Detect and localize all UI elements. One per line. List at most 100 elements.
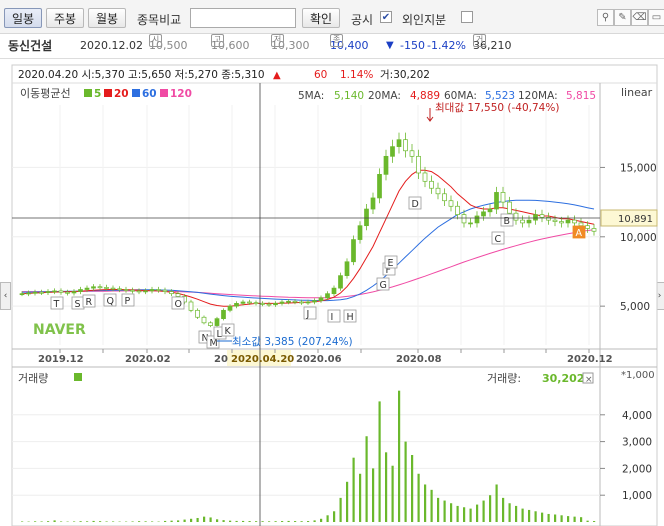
volume-bar xyxy=(495,484,498,522)
change-down-icon: ▼ xyxy=(386,40,394,51)
candle-body xyxy=(442,193,447,202)
volume-bar xyxy=(398,390,401,522)
candle-body xyxy=(351,239,356,263)
volume-bar xyxy=(73,521,76,522)
daily-button[interactable]: 일봉 xyxy=(4,8,42,28)
event-marker-label: C xyxy=(495,234,502,245)
candle-body xyxy=(71,291,77,294)
volume-bar xyxy=(86,521,89,522)
disclosure-checkbox[interactable]: ✔ xyxy=(380,11,392,23)
candle-body xyxy=(266,303,272,306)
min-annotation: 최소값 3,385 (207,24%) xyxy=(232,336,353,348)
event-marker-label: A xyxy=(576,228,583,239)
volume-bar xyxy=(34,521,37,522)
date-tick-label: 2020.06 xyxy=(296,354,342,365)
candle-body xyxy=(299,301,304,304)
volume-bar xyxy=(411,455,414,522)
ma5-value: 5,140 xyxy=(334,90,364,102)
volume-bar xyxy=(580,517,583,522)
volume-bar xyxy=(274,521,277,522)
hover-ohlc: 2020.04.20 시:5,370 고:5,650 저:5,270 종:5,3… xyxy=(18,69,265,81)
ma-legend-label: 이동평균선 xyxy=(20,87,71,100)
volume-unit: *1,000 xyxy=(621,370,655,381)
volume-bar xyxy=(528,509,531,522)
hover-up-icon: ▲ xyxy=(273,70,281,81)
confirm-button[interactable]: 확인 xyxy=(302,8,340,28)
candle-body xyxy=(130,289,135,292)
candle-body xyxy=(325,293,330,299)
volume-bar xyxy=(424,484,427,522)
candle-body xyxy=(526,219,532,224)
event-marker-label: T xyxy=(53,299,60,310)
candle-body xyxy=(357,225,363,240)
ruler-icon[interactable]: ▭ xyxy=(648,9,664,26)
compare-input[interactable] xyxy=(190,8,296,28)
volume-bar xyxy=(300,521,303,522)
volume-bar xyxy=(456,505,459,522)
candle-body xyxy=(448,200,454,207)
candle-body xyxy=(26,292,31,295)
weekly-button[interactable]: 주봉 xyxy=(46,8,84,28)
foreign-ownership-checkbox[interactable] xyxy=(461,11,473,23)
ma-legend-item: 60 xyxy=(142,88,157,100)
ma60-label: 60MA: xyxy=(444,90,477,102)
stock-chart: T S R Q P ON ML KJ I HGFEDCBA 15,00010,0005,0004,… xyxy=(11,64,658,526)
candle-body xyxy=(338,275,343,289)
volume-bar xyxy=(196,517,199,522)
volume-bar xyxy=(99,521,102,522)
volume-bar xyxy=(92,520,95,522)
volume-bar xyxy=(261,521,264,522)
cursor-date: 2020.04.20 xyxy=(231,354,294,365)
candle-body xyxy=(539,214,545,218)
candle-body xyxy=(513,212,519,221)
candle-body xyxy=(45,291,51,293)
candle-body xyxy=(578,222,584,227)
candle-body xyxy=(188,301,194,311)
price-info-bar: 동신건설 2020.12.02 시 10,500 고 10,600 저 10,3… xyxy=(0,34,664,59)
candle-body xyxy=(383,155,389,175)
volume-bar xyxy=(326,515,329,522)
volume-tick-label: 3,000 xyxy=(622,437,652,449)
volume-bar xyxy=(404,441,407,522)
ma-legend-item: 5 xyxy=(94,88,101,100)
volume-bar xyxy=(586,520,589,522)
volume-bar xyxy=(216,519,219,522)
volume-bar xyxy=(164,520,167,522)
volume-bar xyxy=(60,521,63,522)
volume-bar xyxy=(222,520,225,522)
candle-body xyxy=(474,215,480,224)
candle-body xyxy=(390,146,395,157)
volume-bar xyxy=(502,497,505,522)
candle-body xyxy=(214,318,220,326)
monthly-button[interactable]: 월봉 xyxy=(88,8,126,28)
candle-body xyxy=(533,214,538,221)
candle-body xyxy=(227,305,233,311)
candle-body xyxy=(286,300,291,303)
volume-bar xyxy=(430,489,433,522)
volume-bar xyxy=(476,504,479,522)
volume-panel-label: 거래량 xyxy=(18,372,48,385)
candle-body xyxy=(507,201,512,214)
candle-body xyxy=(572,219,577,224)
volume-bar xyxy=(268,521,271,522)
volume-bar xyxy=(248,521,251,522)
volume-bar xyxy=(177,520,180,522)
candle-body xyxy=(331,287,337,295)
pencil-icon[interactable]: ✎ xyxy=(614,9,631,26)
candle-body xyxy=(455,205,460,215)
volume-bar xyxy=(417,473,420,522)
volume-tick-label: 4,000 xyxy=(622,410,652,422)
volume-bar xyxy=(359,473,362,522)
date-tick-label: 2020.08 xyxy=(396,354,442,365)
candle-body xyxy=(104,287,109,289)
hover-volume: 거:30,202 xyxy=(380,69,430,81)
volume-bar xyxy=(437,497,440,522)
eraser-icon[interactable]: ⌫ xyxy=(631,9,648,26)
volume-legend-swatch xyxy=(74,373,82,381)
pin-icon[interactable]: ⚲ xyxy=(597,9,614,26)
candle-body xyxy=(520,219,525,224)
volume-bar xyxy=(320,518,323,522)
candle-body xyxy=(234,303,239,307)
date-tick-label: 2020.02 xyxy=(125,354,171,365)
candle-body xyxy=(201,316,207,324)
